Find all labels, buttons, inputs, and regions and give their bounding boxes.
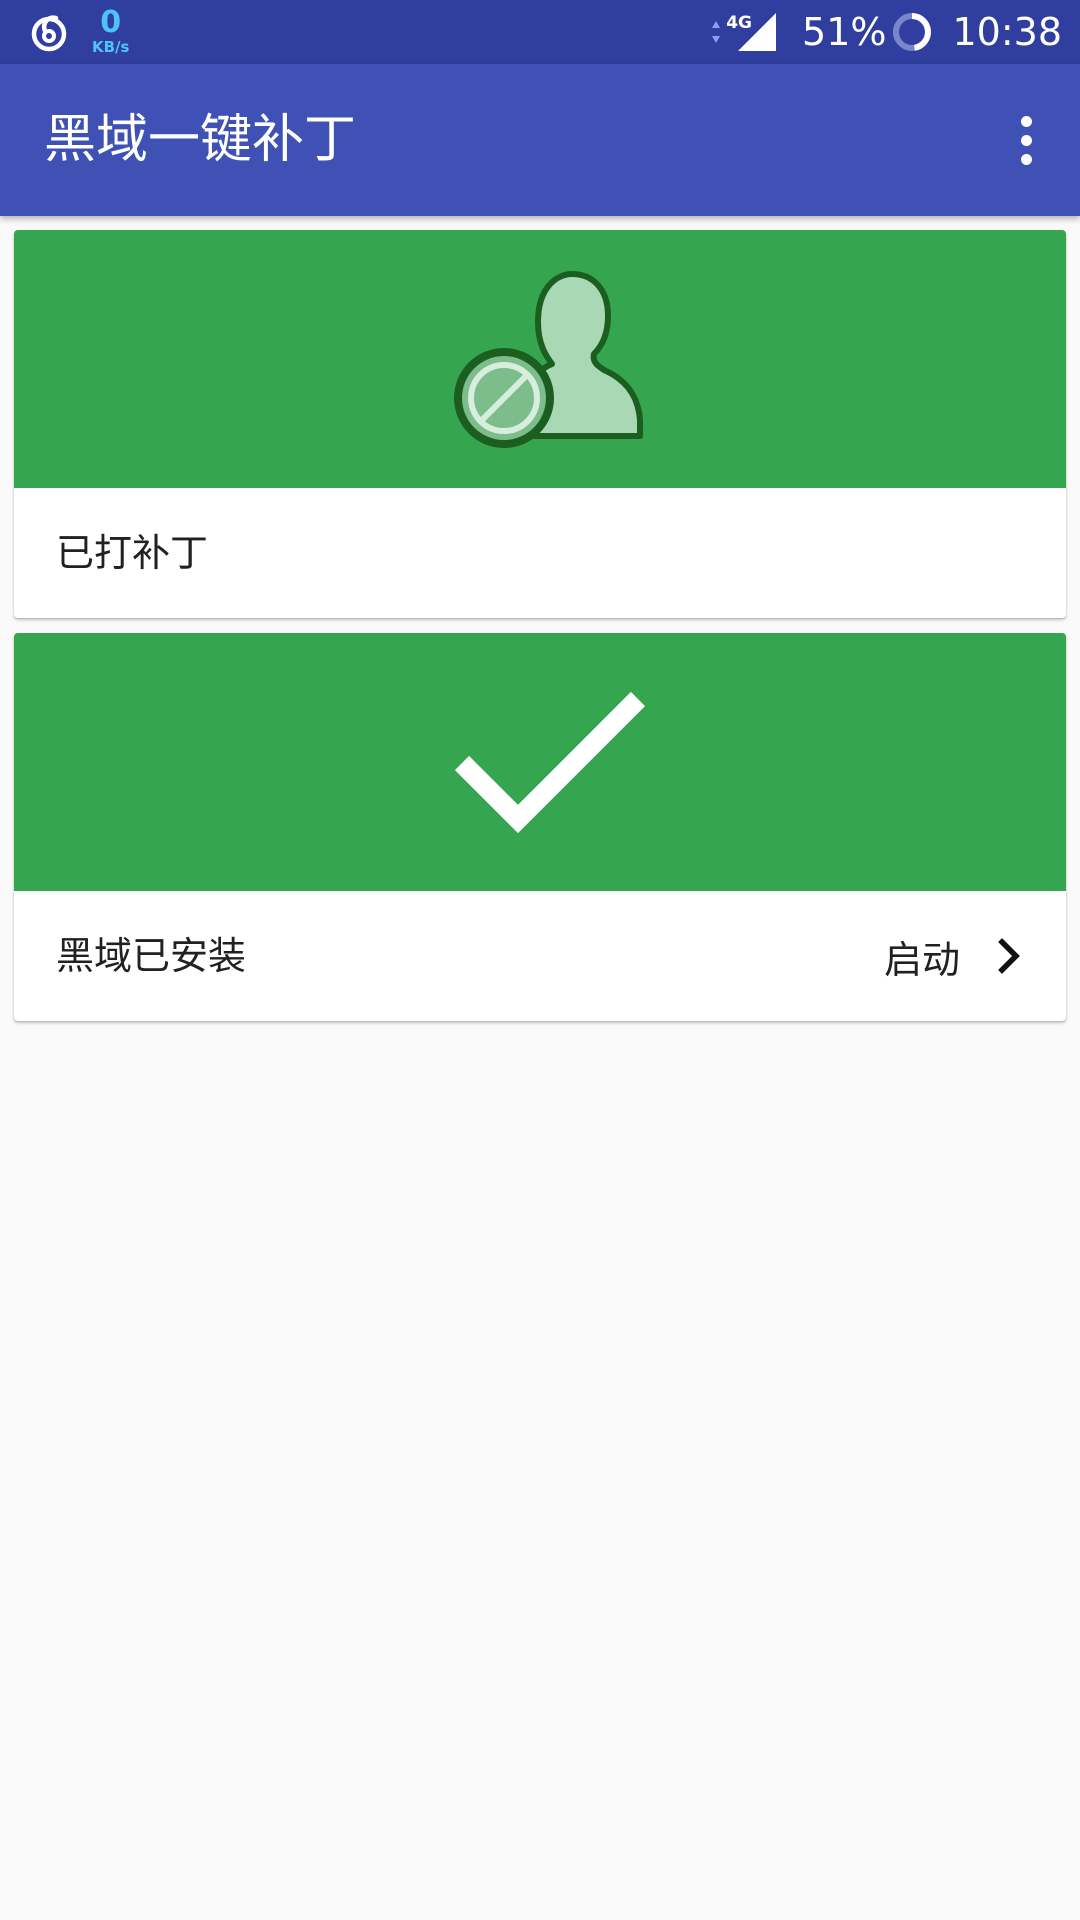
install-status-card: 黑域已安装 启动 [14, 633, 1066, 1021]
data-activity-icon [712, 21, 721, 43]
more-vert-icon-dot [1020, 115, 1032, 127]
battery-ring-icon [893, 13, 932, 51]
network-speed-unit: KB/s [92, 38, 130, 56]
install-status-hero [14, 633, 1066, 891]
patch-status-card: 已打补丁 [14, 230, 1066, 618]
install-status-label: 黑域已安装 [56, 934, 247, 978]
more-options-button[interactable] [994, 108, 1058, 172]
patch-status-hero [14, 230, 1066, 488]
status-right: 4G 51% 10:38 [710, 0, 1062, 64]
patch-status-body: 已打补丁 [14, 488, 1066, 618]
clock: 10:38 [952, 10, 1062, 54]
status-bar: 0 KB/s 4G 51% 10:38 [0, 0, 1080, 64]
status-left: 0 KB/s [28, 8, 129, 55]
network-speed: 0 KB/s [92, 8, 129, 55]
app-bar: 黑域一键补丁 [0, 64, 1080, 216]
network-speed-value: 0 [100, 5, 122, 40]
patch-status-label: 已打补丁 [56, 531, 209, 575]
launch-label: 启动 [883, 937, 960, 982]
checkmark-icon [454, 691, 646, 834]
battery-percent: 51% [802, 10, 887, 54]
network-type-label: 4G [726, 13, 753, 33]
more-vert-icon-dot [1020, 134, 1032, 146]
install-status-body: 黑域已安装 启动 [14, 891, 1066, 1021]
netease-music-icon [31, 14, 67, 51]
app-title: 黑域一键补丁 [44, 110, 357, 170]
chevron-right-icon [998, 938, 1020, 974]
more-vert-icon-dot [1020, 153, 1032, 165]
user-blocked-icon [454, 271, 643, 448]
launch-button[interactable]: 启动 [884, 891, 1030, 1021]
